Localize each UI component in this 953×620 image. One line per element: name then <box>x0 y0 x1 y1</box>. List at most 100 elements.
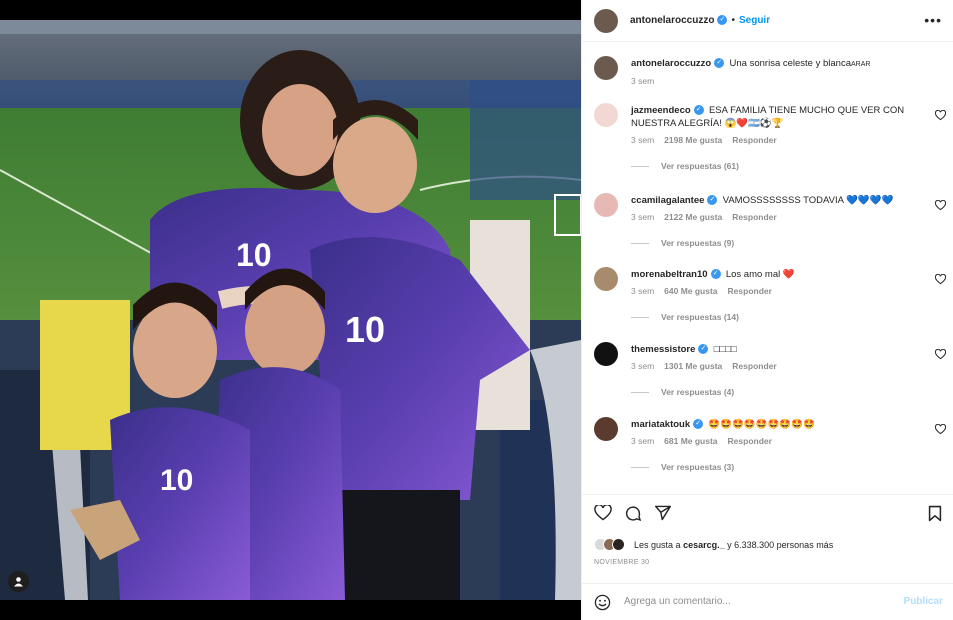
post-side-panel: antonelaroccuzzo ✓ • Seguir ••• antonelaroc… <box>581 0 953 620</box>
comment-like-heart-icon[interactable] <box>935 424 946 435</box>
commenter-username[interactable]: jazmeendeco <box>631 105 691 116</box>
verified-icon: ✓ <box>698 344 709 355</box>
likes-prefix: Les gusta a <box>634 540 681 550</box>
view-replies-label: Ver respuestas (14) <box>661 312 739 322</box>
comment-like-heart-icon[interactable] <box>935 200 946 211</box>
verified-icon: ✓ <box>717 15 728 26</box>
reply-button[interactable]: Responder <box>732 212 776 222</box>
view-replies-label: Ver respuestas (9) <box>661 238 735 248</box>
verified-icon: ✓ <box>710 269 721 280</box>
comment-meta: 3 sem 2122 Me gusta Responder <box>631 212 787 222</box>
photo-illustration: 10 10 10 <box>0 20 581 600</box>
tagged-users-icon[interactable] <box>8 571 29 592</box>
view-replies-button[interactable]: Ver respuestas (14) <box>631 312 739 322</box>
liker-avatar <box>612 538 625 551</box>
likes-summary: Les gusta a cesarcg._ y 6.338.300 person… <box>594 538 833 552</box>
replies-divider <box>631 467 649 469</box>
comment-text: Los amo mal ❤️ <box>725 269 795 280</box>
verified-icon: ✓ <box>707 195 718 206</box>
replies-divider <box>631 392 649 394</box>
instagram-post-view: 10 10 10 antonelaroccuzzo✓•Seguir ••• <box>0 0 953 620</box>
comment-likes[interactable]: 681 Me gusta <box>664 436 717 446</box>
commenter-avatar[interactable] <box>594 342 618 366</box>
svg-text:10: 10 <box>236 237 272 273</box>
letterbox-top <box>0 0 581 20</box>
caption-text: Una sonrisa celeste y blanca <box>729 58 851 69</box>
replies-divider <box>631 243 649 245</box>
comment-likes[interactable]: 640 Me gusta <box>664 286 717 296</box>
reply-button[interactable]: Responder <box>728 436 772 446</box>
view-replies-label: Ver respuestas (3) <box>661 462 735 472</box>
commenter-avatar[interactable] <box>594 193 618 217</box>
more-icon[interactable]: ••• <box>924 13 942 27</box>
reply-button[interactable]: Responder <box>728 286 772 296</box>
smiley-icon[interactable] <box>594 594 611 611</box>
publish-button[interactable]: Publicar <box>904 596 943 607</box>
commenter-username[interactable]: themessistore <box>631 344 695 355</box>
reply-button[interactable]: Responder <box>732 135 776 145</box>
add-comment-bar: Agrega un comentario... Publicar <box>582 583 953 620</box>
comment-meta: 3 sem 640 Me gusta Responder <box>631 286 782 296</box>
commenter-username[interactable]: ccamilagalantee <box>631 195 704 206</box>
comment-text-line: morenabeltran10 ✓ Los amo mal ❤️ <box>631 268 916 281</box>
comment-text-line: jazmeendeco ✓ ESA FAMILIA TIENE MUCHO QUE… <box>631 104 916 130</box>
verified-icon: ✓ <box>693 105 704 116</box>
svg-text:10: 10 <box>160 464 193 497</box>
caption-username[interactable]: antonelaroccuzzo <box>631 58 711 69</box>
comment-time[interactable]: 3 sem <box>631 361 654 371</box>
view-replies-button[interactable]: Ver respuestas (9) <box>631 238 734 248</box>
comment-text: 🤩🤩🤩🤩🤩🤩🤩🤩🤩 <box>708 419 815 430</box>
comment-text: □□□□ <box>713 344 737 355</box>
comment-like-heart-icon[interactable] <box>935 110 946 121</box>
commenter-avatar[interactable] <box>594 267 618 291</box>
view-replies-button[interactable]: Ver respuestas (3) <box>631 462 734 472</box>
follow-button[interactable]: Seguir <box>739 15 770 26</box>
commenter-avatar[interactable] <box>594 417 618 441</box>
heart-icon[interactable] <box>594 505 612 521</box>
comment-meta: 3 sem 681 Me gusta Responder <box>631 436 782 446</box>
letterbox-bottom <box>0 600 581 620</box>
paper-plane-icon[interactable] <box>654 505 672 521</box>
likes-user[interactable]: cesarcg._ <box>683 540 725 550</box>
comment-like-heart-icon[interactable] <box>935 274 946 285</box>
author-avatar[interactable] <box>594 9 618 33</box>
comment-meta: 3 sem 1301 Me gusta Responder <box>631 361 787 371</box>
comment-input[interactable]: Agrega un comentario... <box>624 596 731 607</box>
bookmark-icon[interactable] <box>928 505 942 522</box>
comment-text: VAMOSSSSSSSS TODAVIA 💙💙💙💙 <box>722 195 894 206</box>
likes-suffix[interactable]: y 6.338.300 personas más <box>727 540 833 550</box>
reply-button[interactable]: Responder <box>732 361 776 371</box>
comment-time[interactable]: 3 sem <box>631 135 654 145</box>
view-replies-button[interactable]: Ver respuestas (4) <box>631 387 734 397</box>
caption-time: 3 sem <box>631 76 655 86</box>
caption-flag: ARAR <box>851 61 871 68</box>
comment-text-line: ccamilagalantee ✓ VAMOSSSSSSSS TODAVIA 💙💙… <box>631 194 916 207</box>
comment-text-line: themessistore ✓ □□□□ <box>631 343 916 356</box>
liker-avatars <box>594 538 634 552</box>
verified-icon: ✓ <box>714 58 725 69</box>
view-replies-button[interactable]: Ver respuestas (61) <box>631 161 739 171</box>
comment-likes[interactable]: 1301 Me gusta <box>664 361 722 371</box>
comment-likes[interactable]: 2122 Me gusta <box>664 212 722 222</box>
comment-time[interactable]: 3 sem <box>631 212 654 222</box>
separator-dot: • <box>731 15 735 26</box>
commenter-username[interactable]: morenabeltran10 <box>631 269 708 280</box>
post-date[interactable]: NOVIEMBRE 30 <box>594 559 649 566</box>
commenter-avatar[interactable] <box>594 103 618 127</box>
caption-text-line: antonelaroccuzzo ✓ Una sonrisa celeste y … <box>631 57 916 71</box>
post-photo[interactable]: 10 10 10 <box>0 20 581 600</box>
replies-divider <box>631 166 649 168</box>
header-line: antonelaroccuzzo ✓ • Seguir <box>630 15 770 26</box>
caption-avatar[interactable] <box>594 56 618 80</box>
comment-time[interactable]: 3 sem <box>631 286 654 296</box>
view-replies-label: Ver respuestas (4) <box>661 387 735 397</box>
verified-icon: ✓ <box>693 419 704 430</box>
commenter-username[interactable]: mariataktouk <box>631 419 690 430</box>
comment-time[interactable]: 3 sem <box>631 436 654 446</box>
comment-icon[interactable] <box>624 505 642 522</box>
comment-likes[interactable]: 2198 Me gusta <box>664 135 722 145</box>
comment-like-heart-icon[interactable] <box>935 349 946 360</box>
author-username[interactable]: antonelaroccuzzo <box>630 15 714 26</box>
svg-text:10: 10 <box>345 309 385 350</box>
view-replies-label: Ver respuestas (61) <box>661 161 739 171</box>
